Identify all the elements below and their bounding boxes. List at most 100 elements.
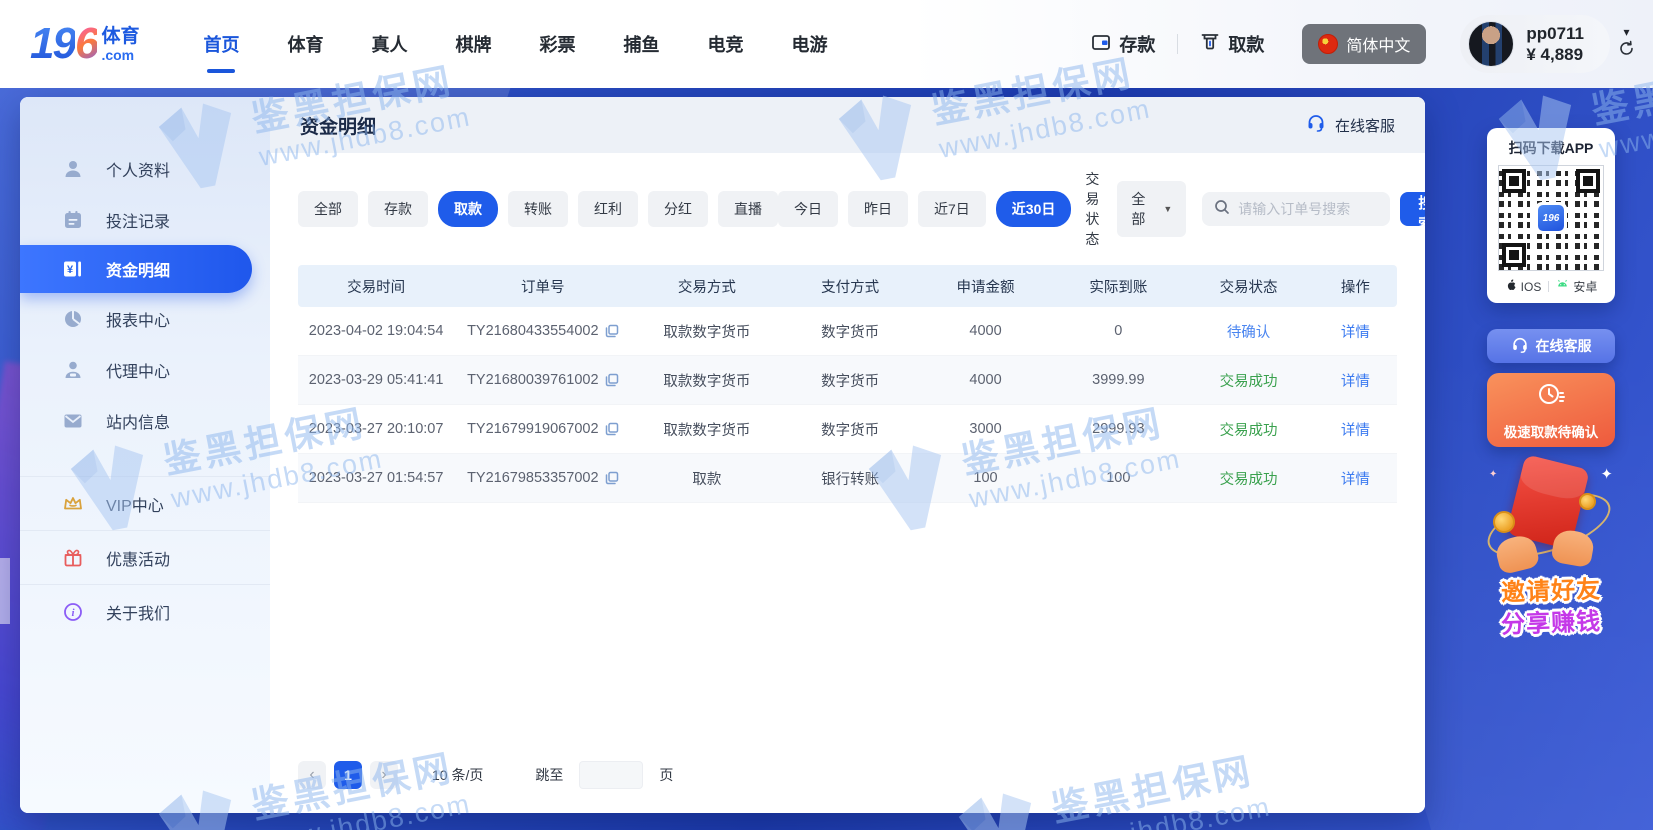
nav-lottery[interactable]: 彩票 bbox=[537, 25, 577, 63]
site-logo[interactable]: 19 6 体育 .com bbox=[30, 19, 139, 69]
online-service-link[interactable]: 在线客服 bbox=[1306, 113, 1395, 137]
next-page-button[interactable]: › bbox=[370, 761, 398, 789]
th-action: 操作 bbox=[1314, 276, 1397, 297]
filter-deposit[interactable]: 存款 bbox=[368, 191, 428, 227]
copy-icon[interactable] bbox=[605, 373, 619, 387]
nav-fishing[interactable]: 捕鱼 bbox=[621, 25, 661, 63]
sidebar-item-profile[interactable]: 个人资料 bbox=[20, 143, 270, 194]
ios-download[interactable]: IOS bbox=[1505, 279, 1542, 295]
online-service-button[interactable]: 在线客服 bbox=[1487, 329, 1615, 363]
sidebar-item-about[interactable]: i 关于我们 bbox=[20, 584, 270, 638]
copy-icon[interactable] bbox=[605, 422, 619, 436]
sidebar: 个人资料 投注记录 ¥ 资金明细 bbox=[20, 97, 270, 813]
qr-logo-text: 196 bbox=[1538, 205, 1564, 231]
main-panel: 个人资料 投注记录 ¥ 资金明细 bbox=[20, 97, 1425, 813]
gift-icon bbox=[62, 547, 84, 569]
nav-sports[interactable]: 体育 bbox=[285, 25, 325, 63]
th-method: 交易方式 bbox=[631, 276, 782, 297]
invite-friends-promo[interactable]: ✦ ✦ 邀请好友 分享赚钱 bbox=[1487, 459, 1615, 637]
cell-time: 2023-03-29 05:41:41 bbox=[298, 372, 454, 388]
cell-amount: 3000 bbox=[918, 421, 1053, 437]
sidebar-item-vip[interactable]: VIP中心 bbox=[20, 476, 270, 530]
copy-icon[interactable] bbox=[605, 324, 619, 338]
svg-text:¥: ¥ bbox=[67, 264, 74, 276]
filter-withdraw[interactable]: 取款 bbox=[438, 191, 498, 227]
copy-icon[interactable] bbox=[605, 471, 619, 485]
date-7days[interactable]: 近7日 bbox=[918, 191, 986, 227]
filter-dividend[interactable]: 分红 bbox=[648, 191, 708, 227]
order-number: TY21679853357002 bbox=[467, 470, 598, 486]
withdraw-label: 取款 bbox=[1228, 31, 1264, 57]
logo-six: 6 bbox=[75, 19, 97, 69]
detail-link[interactable]: 详情 bbox=[1341, 321, 1370, 342]
cell-order: TY21680039761002 bbox=[454, 372, 631, 388]
qr-finder-icon bbox=[1576, 169, 1600, 193]
language-selector[interactable]: 简体中文 bbox=[1302, 24, 1426, 64]
sidebar-item-funds-detail[interactable]: ¥ 资金明细 bbox=[20, 245, 252, 293]
type-filter-chips: 全部 存款 取款 转账 红利 分红 直播 bbox=[298, 191, 778, 227]
filter-transfer[interactable]: 转账 bbox=[508, 191, 568, 227]
prev-page-button[interactable]: ‹ bbox=[298, 761, 326, 789]
search-icon bbox=[1214, 199, 1230, 220]
filter-all[interactable]: 全部 bbox=[298, 191, 358, 227]
sidebar-item-reports[interactable]: 报表中心 bbox=[20, 293, 270, 344]
nav-esports[interactable]: 电竞 bbox=[705, 25, 745, 63]
date-status-search: 今日 昨日 近7日 近30日 交易状态 全部 ▼ bbox=[778, 169, 1425, 249]
android-icon bbox=[1556, 279, 1569, 294]
coin-icon bbox=[1579, 493, 1596, 510]
order-search-input[interactable] bbox=[1238, 201, 1378, 217]
date-yesterday[interactable]: 昨日 bbox=[848, 191, 908, 227]
cell-pay: 数字货币 bbox=[782, 370, 917, 391]
cell-time: 2023-03-27 01:54:57 bbox=[298, 470, 454, 486]
th-pay: 支付方式 bbox=[782, 276, 917, 297]
nav-cards[interactable]: 棋牌 bbox=[453, 25, 493, 63]
withdraw-button[interactable]: 取款 bbox=[1200, 31, 1264, 57]
bg-decor-glyph bbox=[0, 558, 10, 624]
th-actual: 实际到账 bbox=[1053, 276, 1183, 297]
content-area: 资金明细 在线客服 全部 存款 取款 bbox=[270, 97, 1425, 813]
search-button[interactable]: 搜索 bbox=[1400, 192, 1425, 226]
nav-home[interactable]: 首页 bbox=[201, 25, 241, 63]
avatar bbox=[1468, 21, 1514, 67]
username: pp0711 bbox=[1526, 23, 1584, 44]
date-today[interactable]: 今日 bbox=[778, 191, 838, 227]
table-body: 2023-04-02 19:04:54 TY21680433554002 取款数… bbox=[298, 307, 1397, 503]
user-account[interactable]: pp0711 ¥ 4,889 bbox=[1460, 15, 1610, 73]
detail-link[interactable]: 详情 bbox=[1341, 419, 1370, 440]
sidebar-label: VIP中心 bbox=[106, 492, 164, 516]
right-sidebar: 扫码下载APP 196 IOS bbox=[1487, 128, 1615, 637]
fast-withdraw-button[interactable]: 极速取款待确认 bbox=[1487, 373, 1615, 447]
user-menu-caret-icon[interactable]: ▾ bbox=[1623, 26, 1629, 38]
android-label: 安卓 bbox=[1573, 278, 1597, 295]
qr-platforms: IOS 安卓 bbox=[1505, 278, 1598, 295]
date-30days[interactable]: 近30日 bbox=[996, 191, 1072, 227]
clock-icon bbox=[1536, 380, 1566, 415]
qr-title: 扫码下载APP bbox=[1509, 138, 1594, 158]
refresh-balance-icon[interactable] bbox=[1618, 40, 1635, 62]
logo-cn: 体育 bbox=[101, 27, 139, 46]
sidebar-item-messages[interactable]: 站内信息 bbox=[20, 395, 270, 446]
cell-actual: 100 bbox=[1053, 470, 1183, 486]
sidebar-item-agent[interactable]: 代理中心 bbox=[20, 344, 270, 395]
deposit-card-icon bbox=[1091, 32, 1111, 57]
sparkle-icon: ✦ bbox=[1489, 469, 1497, 480]
android-download[interactable]: 安卓 bbox=[1556, 278, 1597, 295]
table-row: 2023-03-27 01:54:57 TY21679853357002 取款 … bbox=[298, 454, 1397, 503]
jump-page-input[interactable] bbox=[579, 761, 643, 789]
nav-live[interactable]: 真人 bbox=[369, 25, 409, 63]
detail-link[interactable]: 详情 bbox=[1341, 370, 1370, 391]
sidebar-label: 报表中心 bbox=[106, 307, 170, 331]
sparkle-icon: ✦ bbox=[1600, 465, 1613, 483]
page-1-button[interactable]: 1 bbox=[334, 761, 362, 789]
nav-games[interactable]: 电游 bbox=[789, 25, 829, 63]
cell-actual: 2999.93 bbox=[1053, 421, 1183, 437]
filter-live[interactable]: 直播 bbox=[718, 191, 778, 227]
sidebar-item-bet-records[interactable]: 投注记录 bbox=[20, 194, 270, 245]
deposit-button[interactable]: 存款 bbox=[1091, 31, 1155, 57]
sidebar-item-promotions[interactable]: 优惠活动 bbox=[20, 530, 270, 584]
status-dropdown[interactable]: 全部 ▼ bbox=[1117, 181, 1186, 237]
filter-bonus[interactable]: 红利 bbox=[578, 191, 638, 227]
fast-withdraw-label: 极速取款待确认 bbox=[1504, 421, 1599, 441]
detail-link[interactable]: 详情 bbox=[1341, 468, 1370, 489]
language-label: 简体中文 bbox=[1346, 32, 1410, 56]
